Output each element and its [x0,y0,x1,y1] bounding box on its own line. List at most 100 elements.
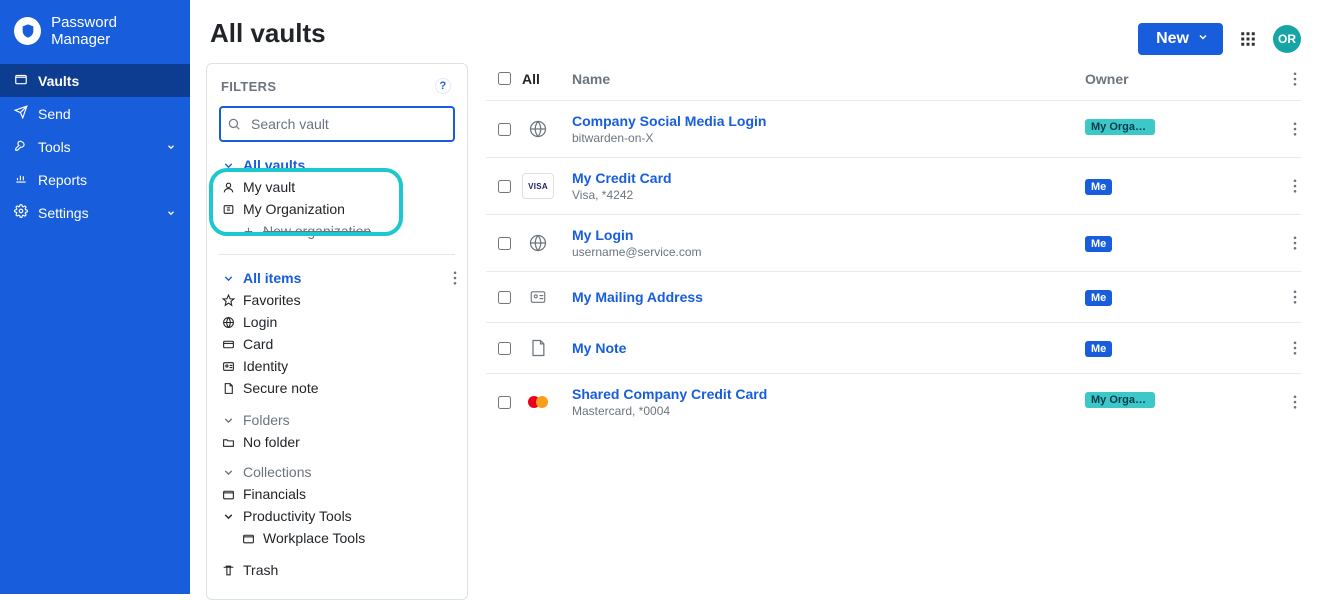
tools-icon [14,138,28,155]
filter-org-options[interactable] [453,271,457,285]
folder-icon [221,436,235,449]
apps-grid-icon[interactable] [1237,28,1259,50]
filter-my-org-label: My Organization [243,201,345,217]
item-subtitle: bitwarden-on-X [572,131,1085,145]
row-options[interactable] [1265,341,1301,355]
avatar[interactable]: OR [1273,25,1301,53]
nav-tools-label: Tools [38,139,71,155]
row-options[interactable] [1265,395,1301,409]
row-options[interactable] [1265,236,1301,250]
owner-badge-me: Me [1085,236,1112,252]
filter-login[interactable]: Login [219,311,455,333]
item-type-icon [522,335,554,361]
user-icon [221,181,235,194]
nav-tools[interactable]: Tools [0,130,190,163]
filter-favorites-label: Favorites [243,292,301,308]
filter-trash[interactable]: Trash [219,559,455,581]
item-title[interactable]: My Note [572,340,1085,356]
item-type-icon [522,230,554,256]
filter-identity[interactable]: Identity [219,355,455,377]
header-all: All [522,71,572,87]
chevron-down-icon [221,272,235,285]
filter-no-folder[interactable]: No folder [219,431,455,453]
new-button-label: New [1156,30,1189,48]
filter-my-org[interactable]: My Organization [219,198,455,220]
item-title[interactable]: Shared Company Credit Card [572,386,1085,402]
item-type-icon [522,116,554,142]
filter-all-vaults-label: All vaults [243,157,305,173]
content: FILTERS ? All vaults My vault [206,63,1301,600]
header-name: Name [572,71,1085,87]
row-options[interactable] [1265,290,1301,304]
row-checkbox[interactable] [498,123,511,136]
item-subtitle: Visa, *4242 [572,188,1085,202]
page-title: All vaults [210,18,326,49]
new-button[interactable]: New [1138,23,1223,55]
item-title[interactable]: Company Social Media Login [572,113,1085,129]
row-checkbox[interactable] [498,180,511,193]
vault-icon [14,72,28,89]
filter-new-org-label: New organization [263,223,371,239]
filter-collection-workplace[interactable]: Workplace Tools [219,527,455,549]
item-type-icon [522,284,554,310]
filter-card-label: Card [243,336,273,352]
filter-card[interactable]: Card [219,333,455,355]
filter-login-label: Login [243,314,277,330]
item-title[interactable]: My Mailing Address [572,289,1085,305]
search-input[interactable] [219,106,455,142]
filter-new-org[interactable]: New organization [219,220,455,242]
filter-secure-note-label: Secure note [243,380,319,396]
globe-icon [221,316,235,329]
row-checkbox[interactable] [498,342,511,355]
filter-secure-note[interactable]: Secure note [219,377,455,399]
filter-collection-workplace-label: Workplace Tools [263,530,365,546]
nav-send[interactable]: Send [0,97,190,130]
row-checkbox[interactable] [498,396,511,409]
filter-trash-label: Trash [243,562,278,578]
header-options[interactable] [1265,72,1301,86]
select-all-checkbox[interactable] [498,72,511,85]
owner-badge-org: My Organiz... [1085,392,1155,408]
filter-collection-productivity[interactable]: Productivity Tools [219,505,455,527]
topbar: All vaults New OR [206,14,1301,63]
nav-reports-label: Reports [38,172,87,188]
row-checkbox[interactable] [498,291,511,304]
filter-all-vaults[interactable]: All vaults [219,154,455,176]
help-icon[interactable]: ? [435,78,451,94]
item-title[interactable]: My Login [572,227,1085,243]
card-icon [221,338,235,351]
filter-my-vault[interactable]: My vault [219,176,455,198]
nav-reports[interactable]: Reports [0,163,190,196]
row-options[interactable] [1265,179,1301,193]
owner-badge-me: Me [1085,290,1112,306]
nav-settings[interactable]: Settings [0,196,190,229]
filter-folders[interactable]: Folders [219,409,455,431]
filter-all-items-label: All items [243,270,301,286]
filter-collection-productivity-label: Productivity Tools [243,508,352,524]
collection-icon [241,532,255,545]
send-icon [14,105,28,122]
collection-icon [221,488,235,501]
search-icon [227,117,241,131]
table-row: My Note Me [486,322,1301,373]
filter-my-vault-label: My vault [243,179,295,195]
filter-collections[interactable]: Collections [219,461,455,483]
filter-all-items[interactable]: All items [219,267,455,289]
row-checkbox[interactable] [498,237,511,250]
item-title[interactable]: My Credit Card [572,170,1085,186]
vault-table: All Name Owner Company Social Media Logi… [486,63,1301,600]
filter-collection-financials[interactable]: Financials [219,483,455,505]
plus-icon [241,225,255,238]
reports-icon [14,171,28,188]
main: All vaults New OR FILTERS ? [190,0,1329,594]
item-owner: Me [1085,339,1265,357]
chevron-down-icon [221,510,235,523]
filters-panel: FILTERS ? All vaults My vault [206,63,468,600]
brand: Password Manager [0,0,190,64]
filter-favorites[interactable]: Favorites [219,289,455,311]
nav-vaults[interactable]: Vaults [0,64,190,97]
nav-settings-label: Settings [38,205,89,221]
row-options[interactable] [1265,122,1301,136]
item-owner: My Organiz... [1085,119,1265,140]
filter-folders-label: Folders [243,412,290,428]
